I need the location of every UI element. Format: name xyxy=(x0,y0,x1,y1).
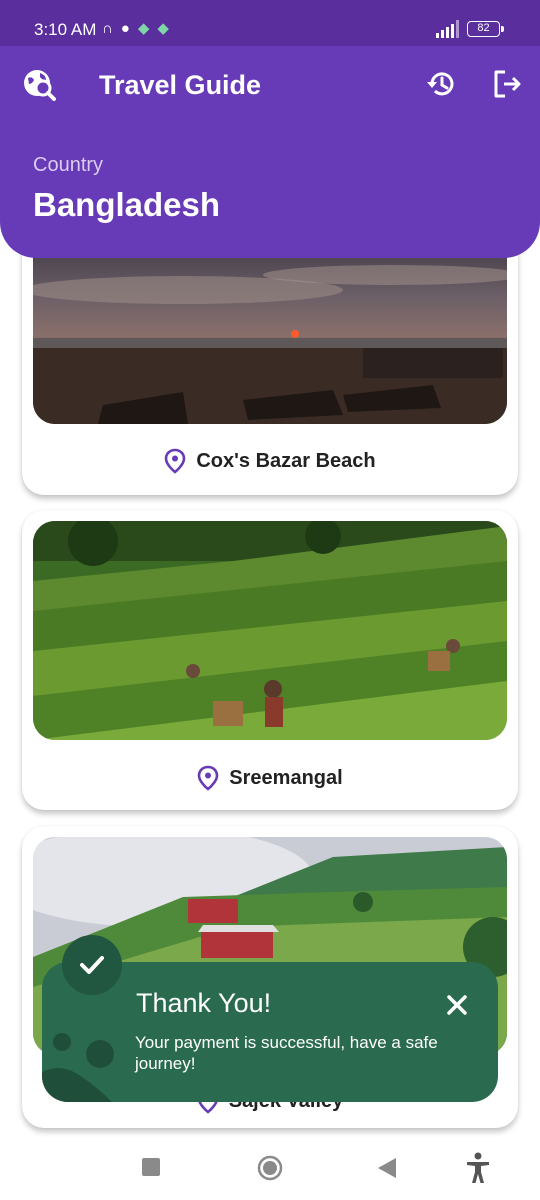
destination-name: Sreemangal xyxy=(229,766,343,789)
location-pin-icon xyxy=(197,765,219,791)
country-name: Bangladesh xyxy=(33,186,221,223)
status-notification-icons: ∩ ● ◆ ◆ xyxy=(102,19,169,39)
destination-card[interactable]: Sreemangal xyxy=(22,510,518,810)
check-badge xyxy=(62,935,122,995)
destination-label: Sreemangal xyxy=(22,765,518,791)
headphones-icon: ∩ xyxy=(102,20,113,37)
app-title: Travel Guide xyxy=(99,70,262,100)
location-pin-icon xyxy=(165,448,186,474)
toast-message: Your payment is successful, have a safe … xyxy=(135,1033,438,1073)
destination-image xyxy=(33,521,507,740)
close-icon[interactable] xyxy=(444,992,470,1018)
ring-icon: ● xyxy=(120,20,130,37)
status-time: 3:10 AM xyxy=(34,20,97,39)
home-button[interactable] xyxy=(257,1155,283,1181)
destination-card[interactable]: Cox's Bazar Beach xyxy=(22,230,518,495)
app-header: Travel Guide Country Bangladesh xyxy=(0,46,540,258)
app-icon: ◆ xyxy=(157,20,169,37)
payment-success-toast: Thank You! Your payment is successful, h… xyxy=(42,935,498,1102)
destination-image xyxy=(33,230,507,424)
destination-label: Cox's Bazar Beach xyxy=(22,448,518,474)
globe-search-icon xyxy=(24,70,56,101)
accessibility-button[interactable] xyxy=(465,1152,491,1184)
logout-icon[interactable] xyxy=(491,68,523,100)
history-icon[interactable] xyxy=(425,68,457,100)
system-nav-bar xyxy=(0,1138,540,1200)
status-bar: 3:10 AM ∩ ● ◆ ◆ 82 xyxy=(0,0,540,46)
app-icon: ◆ xyxy=(137,20,150,37)
recents-button[interactable] xyxy=(142,1158,160,1176)
back-button[interactable] xyxy=(378,1158,396,1178)
decorative-bubbles xyxy=(42,1033,114,1102)
battery-icon: 82 xyxy=(467,21,504,37)
destination-name: Cox's Bazar Beach xyxy=(196,449,376,472)
toast-title: Thank You! xyxy=(136,988,272,1018)
signal-icon xyxy=(436,20,459,38)
country-label: Country xyxy=(33,154,104,176)
